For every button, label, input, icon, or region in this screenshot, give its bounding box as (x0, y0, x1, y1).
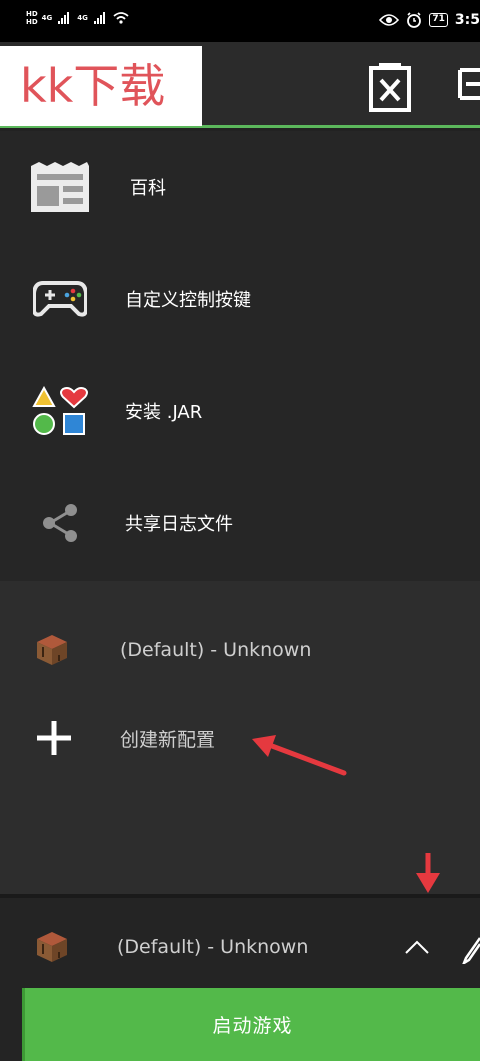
eye-icon (379, 14, 400, 26)
annotation-arrow (252, 735, 347, 776)
profile-item-default[interactable]: (Default) - Unknown (0, 605, 480, 695)
chevron-up-icon[interactable] (404, 939, 430, 955)
wiki-news-icon (28, 155, 92, 219)
edit-icon[interactable] (462, 934, 480, 964)
selected-profile[interactable]: (Default) - Unknown (0, 902, 480, 992)
menu-item-label: 百科 (130, 178, 166, 199)
menu-item-custom-controls[interactable]: 自定义控制按键 (0, 243, 480, 355)
status-bar: HD HD 4G 4G 71 3:5 (0, 0, 480, 42)
create-profile-button[interactable]: 创建新配置 (0, 693, 480, 783)
menu-item-share-log[interactable]: 共享日志文件 (0, 467, 480, 579)
gamepad-icon (28, 267, 92, 331)
menu-item-install-jar[interactable]: 安装 .JAR (0, 355, 480, 467)
crafting-table-icon (37, 932, 67, 962)
hd-indicator-1: HD (26, 10, 38, 18)
share-icon (28, 491, 92, 555)
alarm-icon (407, 12, 422, 28)
create-profile-label: 创建新配置 (120, 728, 216, 751)
top-toolbar: kk下载 (0, 42, 480, 128)
menu-item-label: 共享日志文件 (125, 514, 233, 535)
status-right: 71 3:5 (379, 12, 480, 28)
network-type-2: 4G (77, 14, 88, 22)
menu-item-wiki[interactable]: 百科 (0, 131, 480, 243)
wifi-icon (113, 12, 129, 24)
selected-profile-label: (Default) - Unknown (117, 936, 309, 958)
profile-label: (Default) - Unknown (120, 639, 312, 661)
drawer-menu: 百科 自定义控制按键 安装 .JAR 共享日志文件 (0, 131, 480, 581)
signal-icon (58, 12, 70, 24)
network-type-1: 4G (41, 14, 53, 22)
status-left: HD HD 4G 4G (26, 10, 129, 26)
watermark-logo: kk下载 (0, 46, 202, 126)
menu-icon[interactable] (456, 66, 480, 106)
menu-item-label: 安装 .JAR (125, 402, 203, 423)
launch-game-button[interactable]: 启动游戏 (22, 988, 480, 1061)
launch-game-label: 启动游戏 (212, 1015, 293, 1037)
annotation-arrow-down (416, 853, 440, 893)
hd-indicators: HD HD (26, 10, 38, 26)
plus-icon (37, 721, 71, 755)
clock: 3:5 (454, 12, 480, 28)
crafting-table-icon (37, 635, 67, 665)
menu-item-label: 自定义控制按键 (125, 290, 251, 311)
profiles-list: (Default) - Unknown 创建新配置 (0, 581, 480, 894)
delete-icon[interactable] (367, 62, 413, 112)
shapes-icon (28, 379, 92, 443)
signal-icon (93, 12, 105, 24)
hd-indicator-2: HD (26, 18, 38, 26)
battery-level: 71 (429, 13, 448, 27)
